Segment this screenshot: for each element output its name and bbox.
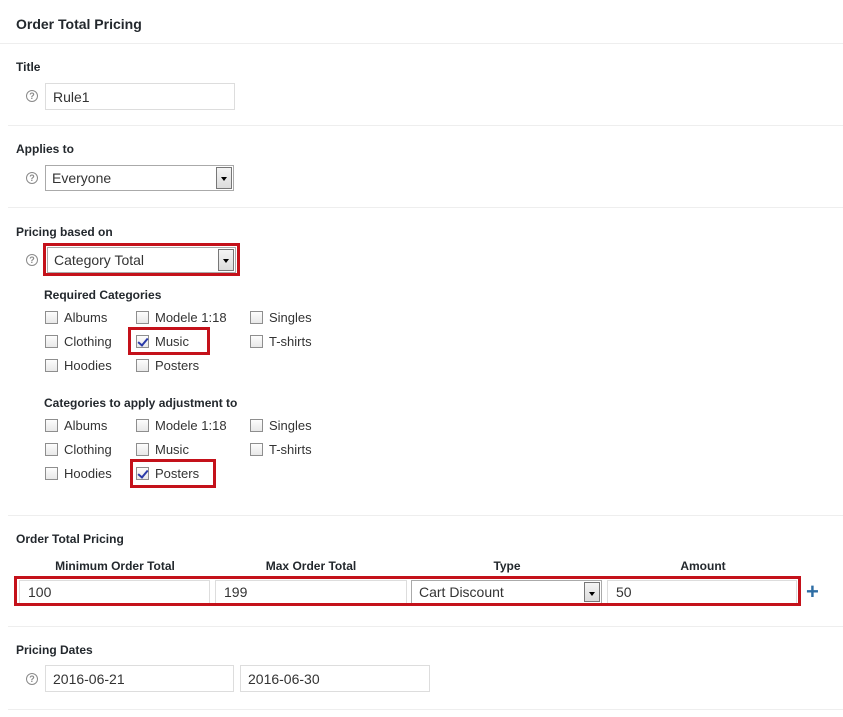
checkbox-albums[interactable] (45, 419, 58, 432)
divider (8, 709, 843, 710)
checkbox-hoodies[interactable] (45, 467, 58, 480)
checkbox-label: Clothing (64, 442, 112, 457)
order-total-label: Order Total Pricing (16, 532, 124, 546)
checkbox-hoodies[interactable] (45, 359, 58, 372)
checkbox-label: T-shirts (269, 442, 312, 457)
checkbox-music[interactable] (136, 443, 149, 456)
help-icon[interactable]: ? (26, 172, 38, 184)
date-to-input[interactable] (240, 665, 430, 692)
applies-to-value: Everyone (52, 170, 112, 186)
highlight-box (130, 459, 216, 488)
divider (8, 207, 843, 208)
checkbox-label: T-shirts (269, 334, 312, 349)
checkbox-label: Music (155, 442, 189, 457)
plus-icon[interactable]: + (806, 581, 819, 603)
help-icon[interactable]: ? (26, 90, 38, 102)
checkbox-tshirts[interactable] (250, 335, 263, 348)
title-label: Title (16, 60, 41, 74)
checkbox-label: Clothing (64, 334, 112, 349)
checkbox-label: Albums (64, 310, 108, 325)
adjust-categories-label: Categories to apply adjustment to (44, 396, 238, 410)
checkbox-clothing[interactable] (45, 443, 58, 456)
panel-header: Order Total Pricing (0, 0, 843, 44)
highlight-box (14, 576, 801, 606)
pricing-dates-label: Pricing Dates (16, 643, 93, 657)
checkbox-singles[interactable] (250, 419, 263, 432)
checkbox-label: Hoodies (64, 466, 112, 481)
panel-title: Order Total Pricing (16, 16, 142, 32)
checkbox-singles[interactable] (250, 311, 263, 324)
help-icon[interactable]: ? (26, 254, 38, 266)
checkbox-albums[interactable] (45, 311, 58, 324)
pricing-based-on-label: Pricing based on (16, 225, 113, 239)
help-icon[interactable]: ? (26, 673, 38, 685)
applies-to-select[interactable]: Everyone (45, 165, 234, 191)
col-min-order-total: Minimum Order Total (55, 559, 175, 573)
chevron-down-icon[interactable] (216, 167, 232, 189)
col-type: Type (493, 559, 521, 573)
divider (8, 626, 843, 627)
checkbox-label: Singles (269, 310, 312, 325)
checkbox-tshirts[interactable] (250, 443, 263, 456)
checkbox-label: Posters (155, 358, 200, 373)
divider (8, 125, 843, 126)
date-from-input[interactable] (45, 665, 234, 692)
divider (8, 515, 843, 516)
col-amount: Amount (680, 559, 726, 573)
highlight-box (128, 327, 210, 355)
checkbox-label: Modele 1:18 (155, 418, 227, 433)
required-categories-label: Required Categories (44, 288, 162, 302)
checkbox-posters[interactable] (136, 359, 149, 372)
checkbox-label: Singles (269, 418, 312, 433)
checkbox-clothing[interactable] (45, 335, 58, 348)
col-max-order-total: Max Order Total (265, 559, 357, 573)
title-input[interactable] (45, 83, 235, 110)
checkbox-label: Modele 1:18 (155, 310, 227, 325)
checkbox-modele[interactable] (136, 419, 149, 432)
applies-to-label: Applies to (16, 142, 75, 156)
checkbox-modele[interactable] (136, 311, 149, 324)
highlight-box (43, 243, 240, 276)
checkbox-label: Hoodies (64, 358, 112, 373)
checkbox-label: Albums (64, 418, 108, 433)
